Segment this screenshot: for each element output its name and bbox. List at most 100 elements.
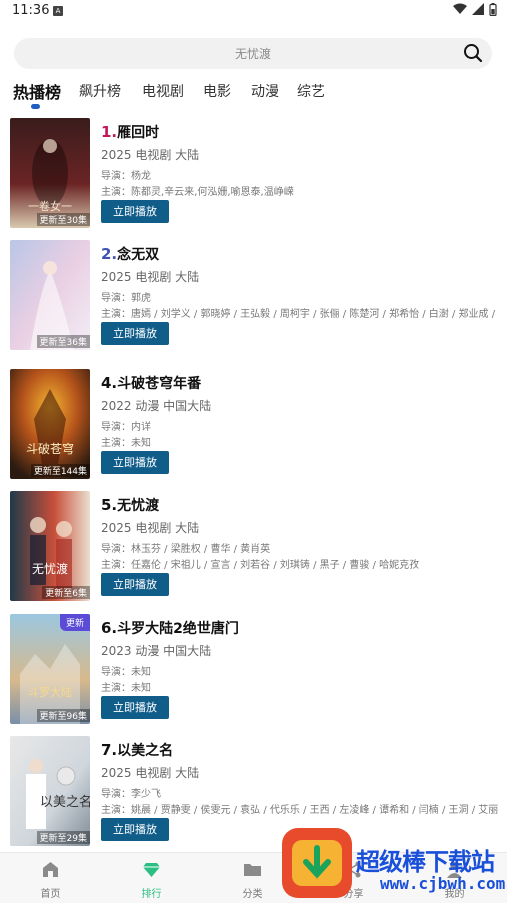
episode-badge: 更新至36集 [36, 335, 90, 348]
item-meta: 2025 电视剧 大陆 [101, 766, 200, 780]
item-title[interactable]: 1.雁回时 [101, 122, 159, 142]
signal-icon [471, 3, 484, 15]
diamond-icon [143, 863, 160, 877]
category-tabs: 热播榜 飙升榜 电视剧 电影 动漫 综艺 [0, 78, 507, 112]
battery-icon [489, 3, 497, 17]
poster-art [10, 240, 90, 350]
item-director: 导演：内详 [101, 422, 151, 433]
wifi-icon [452, 3, 467, 14]
search-input[interactable]: 无忧渡 [14, 45, 492, 62]
rank-number: 6. [101, 619, 118, 637]
poster-title-text: 以美之名 [40, 794, 90, 810]
item-cast: 主演：陈都灵,辛云来,何泓姗,喻恩泰,温峥嵘 [101, 187, 294, 198]
item-title[interactable]: 5.无忧渡 [101, 495, 159, 515]
play-button[interactable]: 立即播放 [101, 451, 169, 474]
rank-number: 2. [101, 245, 118, 263]
episode-badge: 更新至29集 [36, 831, 90, 844]
title-text: 斗罗大陆2绝世唐门 [117, 621, 239, 637]
rank-number: 7. [101, 741, 118, 759]
play-button[interactable]: 立即播放 [101, 322, 169, 345]
download-icon [292, 840, 342, 886]
poster-title-text: 斗罗大陆 [28, 685, 72, 699]
item-cast: 主演：姚晨 / 贾静雯 / 侯雯元 / 袁弘 / 代乐乐 / 王西 / 左凌峰 … [101, 805, 499, 816]
item-cast: 主演：任嘉伦 / 宋祖儿 / 宣言 / 刘若谷 / 刘琪铸 / 黑子 / 曹骏 … [101, 560, 420, 571]
tab-variety[interactable]: 综艺 [297, 81, 325, 101]
item-director: 导演：未知 [101, 667, 151, 678]
status-bar: 11:36 A [0, 0, 507, 22]
poster-art: 斗破苍穹 [10, 369, 90, 479]
item-title[interactable]: 7.以美之名 [101, 740, 173, 760]
play-button[interactable]: 立即播放 [101, 818, 169, 841]
notification-icon: A [53, 6, 63, 16]
item-director: 导演：李少飞 [101, 789, 161, 800]
update-tag: 更新 [59, 614, 90, 631]
poster-art: 一卷女一 [10, 118, 90, 228]
item-director: 导演：杨龙 [101, 171, 151, 182]
item-meta: 2022 动漫 中国大陆 [101, 399, 212, 413]
nav-home[interactable]: 首页 [0, 853, 101, 903]
play-button[interactable]: 立即播放 [101, 573, 169, 596]
rank-number: 4. [101, 374, 118, 392]
item-title[interactable]: 2.念无双 [101, 244, 159, 264]
poster-image[interactable]: 一卷女一 更新至30集 [10, 118, 90, 228]
status-time: 11:36 [12, 3, 50, 18]
poster-image[interactable]: 无忧渡 更新至6集 [10, 491, 90, 601]
item-cast: 主演：唐嫣 / 刘学义 / 郭晓婷 / 王弘毅 / 周柯宇 / 张俪 / 陈楚河… [101, 309, 499, 320]
item-meta: 2023 动漫 中国大陆 [101, 644, 212, 658]
tab-anime[interactable]: 动漫 [251, 81, 279, 101]
item-meta: 2025 电视剧 大陆 [101, 521, 200, 535]
search-icon[interactable] [463, 43, 483, 63]
watermark-url: www.cjbwh.com [380, 874, 506, 893]
episode-badge: 更新至30集 [36, 213, 90, 226]
list-item[interactable]: 斗破苍穹 更新至144集 4.斗破苍穹年番 2022 动漫 中国大陆 导演：内详… [0, 366, 507, 482]
item-meta: 2025 电视剧 大陆 [101, 148, 200, 162]
list-item[interactable]: 更新至36集 2.念无双 2025 电视剧 大陆 导演：郭虎 主演：唐嫣 / 刘… [0, 237, 507, 353]
item-title[interactable]: 4.斗破苍穹年番 [101, 373, 201, 393]
item-director: 导演：郭虎 [101, 293, 151, 304]
watermark: 超级棒下载站 www.cjbwh.com [282, 828, 507, 903]
item-cast: 主演：未知 [101, 683, 151, 694]
item-director: 导演：林玉芬 / 梁胜权 / 曹华 / 黄肖英 [101, 544, 271, 555]
folder-icon [244, 864, 261, 876]
poster-title-text: 无忧渡 [32, 561, 68, 576]
item-title[interactable]: 6.斗罗大陆2绝世唐门 [101, 618, 239, 638]
title-text: 无忧渡 [117, 498, 160, 514]
search-bar[interactable]: 无忧渡 [14, 38, 492, 69]
status-indicators [452, 3, 497, 17]
watermark-logo [282, 828, 352, 898]
nav-ranking[interactable]: 排行 [101, 853, 202, 903]
poster-image[interactable]: 以美之名 更新至29集 [10, 736, 90, 846]
watermark-name: 超级棒下载站 [356, 848, 495, 876]
poster-art: 以美之名 [10, 736, 90, 846]
poster-image[interactable]: 斗破苍穹 更新至144集 [10, 369, 90, 479]
nav-label: 排行 [141, 889, 162, 900]
episode-badge: 更新至6集 [42, 586, 90, 599]
tab-tv[interactable]: 电视剧 [142, 81, 184, 101]
poster-title-text: 一卷女一 [28, 199, 72, 213]
item-cast: 主演：未知 [101, 438, 151, 449]
list-item[interactable]: 斗罗大陆 更新 更新至96集 6.斗罗大陆2绝世唐门 2023 动漫 中国大陆 … [0, 611, 507, 727]
title-text: 雁回时 [117, 125, 160, 141]
poster-title-text: 斗破苍穹 [26, 441, 74, 456]
episode-badge: 更新至144集 [30, 464, 90, 477]
rank-number: 1. [101, 123, 118, 141]
list-item[interactable]: 无忧渡 更新至6集 5.无忧渡 2025 电视剧 大陆 导演：林玉芬 / 梁胜权… [0, 488, 507, 604]
play-button[interactable]: 立即播放 [101, 200, 169, 223]
poster-art: 无忧渡 [10, 491, 90, 601]
tab-hot[interactable]: 热播榜 [13, 79, 61, 103]
tab-indicator [31, 104, 40, 109]
home-icon [43, 862, 58, 877]
nav-label: 首页 [40, 889, 61, 900]
poster-image[interactable]: 斗罗大陆 更新 更新至96集 [10, 614, 90, 724]
title-text: 以美之名 [117, 743, 174, 759]
play-button[interactable]: 立即播放 [101, 696, 169, 719]
rank-number: 5. [101, 496, 118, 514]
title-text: 念无双 [117, 247, 160, 263]
tab-movie[interactable]: 电影 [203, 81, 231, 101]
item-meta: 2025 电视剧 大陆 [101, 270, 200, 284]
list-item[interactable]: 一卷女一 更新至30集 1.雁回时 2025 电视剧 大陆 导演：杨龙 主演：陈… [0, 115, 507, 231]
episode-badge: 更新至96集 [36, 709, 90, 722]
poster-image[interactable]: 更新至36集 [10, 240, 90, 350]
title-text: 斗破苍穹年番 [117, 376, 202, 392]
tab-rising[interactable]: 飙升榜 [79, 81, 121, 101]
